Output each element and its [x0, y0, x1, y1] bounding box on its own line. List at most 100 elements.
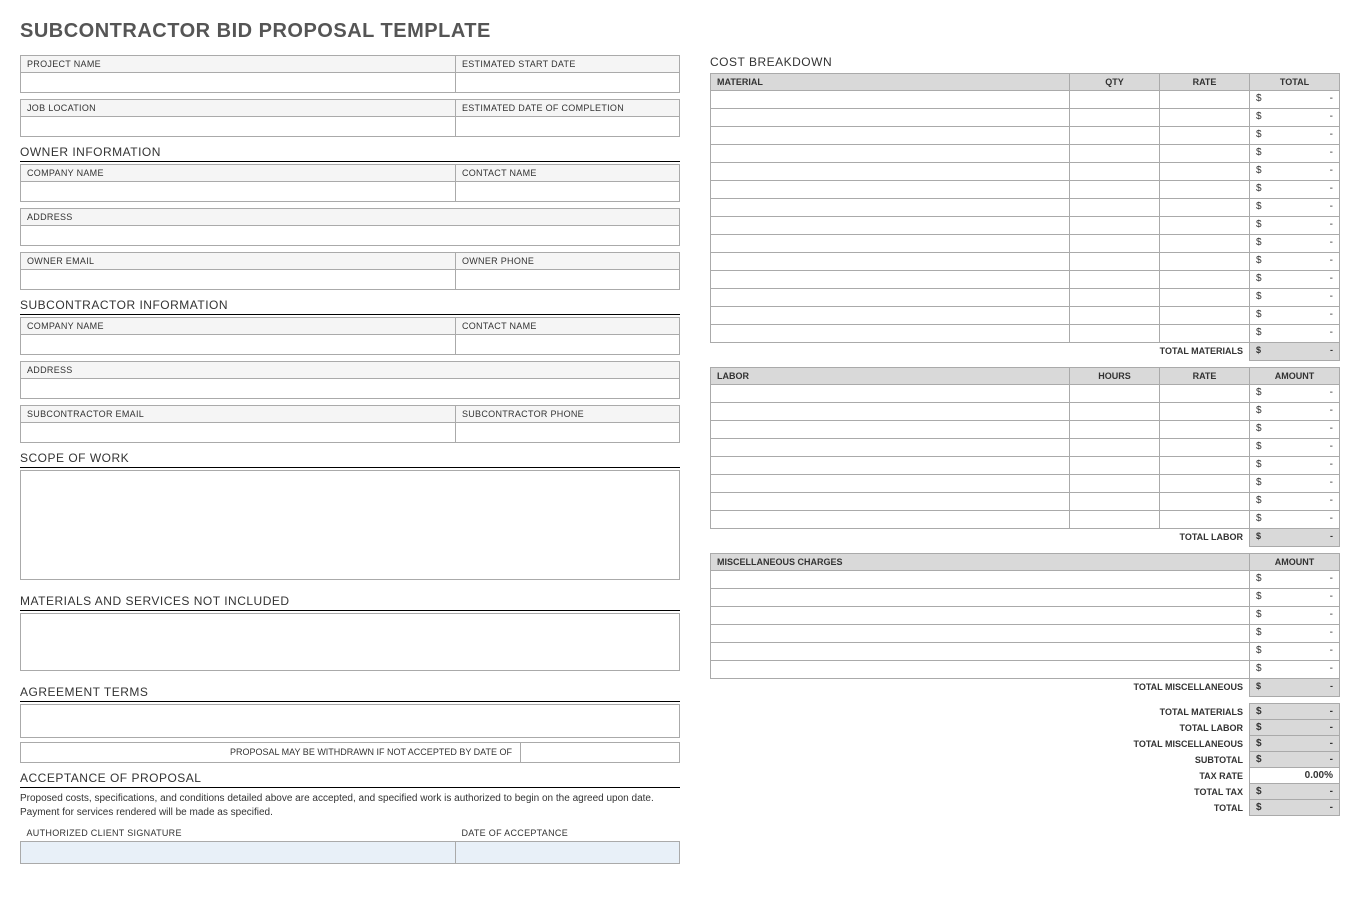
labor-hours-cell[interactable]: [1070, 403, 1160, 421]
material-qty-cell[interactable]: [1070, 145, 1160, 163]
material-desc-cell[interactable]: [711, 145, 1070, 163]
date-accept-input[interactable]: [455, 842, 679, 864]
labor-hours-cell[interactable]: [1070, 439, 1160, 457]
misc-desc-cell[interactable]: [711, 625, 1250, 643]
scope-input[interactable]: [20, 470, 680, 580]
labor-rate-cell[interactable]: [1160, 457, 1250, 475]
labor-hours-cell[interactable]: [1070, 511, 1160, 529]
material-rate-cell[interactable]: [1160, 109, 1250, 127]
owner-email-input[interactable]: [21, 270, 456, 290]
material-rate-cell[interactable]: [1160, 181, 1250, 199]
misc-amount-cell: $-: [1250, 643, 1340, 661]
material-rate-cell[interactable]: [1160, 289, 1250, 307]
labor-hours-cell[interactable]: [1070, 475, 1160, 493]
taxrate-value[interactable]: 0.00%: [1250, 768, 1340, 784]
material-qty-cell[interactable]: [1070, 325, 1160, 343]
misc-desc-cell[interactable]: [711, 571, 1250, 589]
material-desc-cell[interactable]: [711, 325, 1070, 343]
owner-company-input[interactable]: [21, 182, 456, 202]
misc-desc-cell[interactable]: [711, 607, 1250, 625]
material-rate-cell[interactable]: [1160, 235, 1250, 253]
sub-email-input[interactable]: [21, 423, 456, 443]
labor-desc-cell[interactable]: [711, 457, 1070, 475]
material-rate-cell[interactable]: [1160, 325, 1250, 343]
material-rate-cell[interactable]: [1160, 307, 1250, 325]
material-desc-cell[interactable]: [711, 271, 1070, 289]
material-rate-cell[interactable]: [1160, 271, 1250, 289]
material-qty-cell[interactable]: [1070, 181, 1160, 199]
material-qty-cell[interactable]: [1070, 127, 1160, 145]
labor-rate-cell[interactable]: [1160, 421, 1250, 439]
material-desc-cell[interactable]: [711, 109, 1070, 127]
sub-company-input[interactable]: [21, 335, 456, 355]
material-qty-cell[interactable]: [1070, 109, 1160, 127]
labor-desc-cell[interactable]: [711, 403, 1070, 421]
labor-desc-cell[interactable]: [711, 511, 1070, 529]
material-desc-cell[interactable]: [711, 91, 1070, 109]
material-qty-cell[interactable]: [1070, 253, 1160, 271]
labor-rate-cell[interactable]: [1160, 439, 1250, 457]
labor-rate-cell[interactable]: [1160, 475, 1250, 493]
labor-hours-cell[interactable]: [1070, 457, 1160, 475]
material-qty-cell[interactable]: [1070, 91, 1160, 109]
est-completion-input[interactable]: [455, 117, 679, 137]
qty-header: QTY: [1070, 74, 1160, 91]
labor-rate-cell[interactable]: [1160, 511, 1250, 529]
sub-address-input[interactable]: [21, 379, 680, 399]
labor-rate-cell[interactable]: [1160, 385, 1250, 403]
job-location-input[interactable]: [21, 117, 456, 137]
material-desc-cell[interactable]: [711, 289, 1070, 307]
material-rate-cell[interactable]: [1160, 145, 1250, 163]
material-rate-cell[interactable]: [1160, 217, 1250, 235]
material-qty-cell[interactable]: [1070, 217, 1160, 235]
labor-desc-cell[interactable]: [711, 493, 1070, 511]
labor-rate-cell[interactable]: [1160, 403, 1250, 421]
material-desc-cell[interactable]: [711, 127, 1070, 145]
terms-input[interactable]: [20, 704, 680, 738]
notincl-input[interactable]: [20, 613, 680, 671]
labor-desc-cell[interactable]: [711, 421, 1070, 439]
material-rate-cell[interactable]: [1160, 91, 1250, 109]
labor-hours-cell[interactable]: [1070, 421, 1160, 439]
material-rate-cell[interactable]: [1160, 127, 1250, 145]
withdraw-date-input[interactable]: [521, 743, 680, 763]
est-start-input[interactable]: [455, 73, 679, 93]
labor-hours-cell[interactable]: [1070, 385, 1160, 403]
owner-address-input[interactable]: [21, 226, 680, 246]
material-qty-cell[interactable]: [1070, 235, 1160, 253]
labor-desc-cell[interactable]: [711, 475, 1070, 493]
misc-desc-cell[interactable]: [711, 643, 1250, 661]
material-rate-cell[interactable]: [1160, 199, 1250, 217]
material-desc-cell[interactable]: [711, 163, 1070, 181]
material-desc-cell[interactable]: [711, 307, 1070, 325]
table-row: $-: [711, 127, 1340, 145]
project-name-input[interactable]: [21, 73, 456, 93]
sig-input[interactable]: [21, 842, 456, 864]
material-rate-cell[interactable]: [1160, 163, 1250, 181]
material-desc-cell[interactable]: [711, 235, 1070, 253]
owner-phone-input[interactable]: [455, 270, 679, 290]
amount-header: AMOUNT: [1250, 368, 1340, 385]
job-location-table: JOB LOCATION ESTIMATED DATE OF COMPLETIO…: [20, 99, 680, 137]
material-qty-cell[interactable]: [1070, 163, 1160, 181]
labor-desc-cell[interactable]: [711, 385, 1070, 403]
material-desc-cell[interactable]: [711, 199, 1070, 217]
sum-materials-label: TOTAL MATERIALS: [710, 704, 1250, 720]
misc-desc-cell[interactable]: [711, 661, 1250, 679]
owner-contact-input[interactable]: [455, 182, 679, 202]
material-desc-cell[interactable]: [711, 253, 1070, 271]
misc-desc-cell[interactable]: [711, 589, 1250, 607]
table-row: $-: [711, 91, 1340, 109]
labor-hours-cell[interactable]: [1070, 493, 1160, 511]
material-desc-cell[interactable]: [711, 181, 1070, 199]
material-rate-cell[interactable]: [1160, 253, 1250, 271]
material-qty-cell[interactable]: [1070, 289, 1160, 307]
material-qty-cell[interactable]: [1070, 271, 1160, 289]
material-qty-cell[interactable]: [1070, 307, 1160, 325]
labor-desc-cell[interactable]: [711, 439, 1070, 457]
sub-contact-input[interactable]: [455, 335, 679, 355]
sub-phone-input[interactable]: [455, 423, 679, 443]
material-qty-cell[interactable]: [1070, 199, 1160, 217]
labor-rate-cell[interactable]: [1160, 493, 1250, 511]
material-desc-cell[interactable]: [711, 217, 1070, 235]
